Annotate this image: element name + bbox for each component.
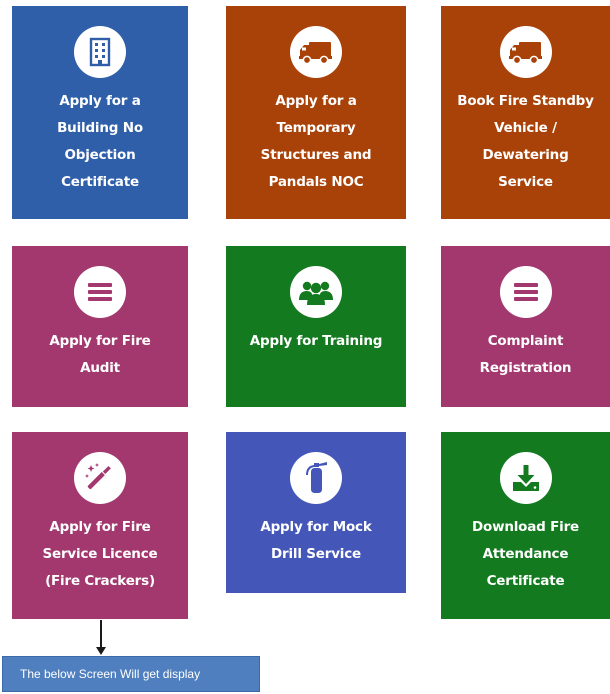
building-icon <box>74 26 126 78</box>
menu-icon <box>499 266 552 318</box>
service-tile-label: Apply for a Building No Objection Certifica… <box>57 93 143 190</box>
service-tile-label: Complaint Registration <box>479 333 572 376</box>
service-tile[interactable]: Apply for a Temporary Structures and Pandal… <box>226 6 406 219</box>
service-tile[interactable]: Apply for Fire Service Licence (Fire Crack… <box>12 432 188 619</box>
service-tile[interactable]: Complaint Registration <box>441 246 610 407</box>
service-tile-label: Apply for Fire Audit <box>49 333 151 376</box>
fire-extinguisher-icon <box>290 452 342 504</box>
truck-icon <box>499 26 552 78</box>
service-tile-label: Apply for Fire Service Licence (Fire Crack… <box>42 519 158 589</box>
service-tile[interactable]: Apply for Mock Drill Service <box>226 432 406 593</box>
note-banner: The below Screen Will get display <box>2 656 260 692</box>
service-tile-label: Download Fire Attendance Certificate <box>471 519 579 589</box>
truck-icon <box>290 26 342 78</box>
pointer-arrow-line <box>100 620 102 650</box>
users-group-icon <box>290 266 342 318</box>
pointer-arrow-head <box>96 647 106 655</box>
service-tile[interactable]: Book Fire Standby Vehicle / Dewatering Serv… <box>441 6 610 219</box>
download-icon <box>499 452 552 504</box>
service-tile-label: Apply for Mock Drill Service <box>260 519 372 562</box>
menu-icon <box>74 266 126 318</box>
service-tile[interactable]: Download Fire Attendance Certificate <box>441 432 610 619</box>
service-tile[interactable]: Apply for a Building No Objection Certifica… <box>12 6 188 219</box>
magic-wand-icon <box>74 452 126 504</box>
service-tile-label: Apply for a Temporary Structures and Pandal… <box>260 93 372 190</box>
service-tile-label: Apply for Training <box>249 333 383 349</box>
service-tile[interactable]: Apply for Training <box>226 246 406 407</box>
service-tile[interactable]: Apply for Fire Audit <box>12 246 188 407</box>
service-tile-label: Book Fire Standby Vehicle / Dewatering Serv… <box>457 93 594 190</box>
